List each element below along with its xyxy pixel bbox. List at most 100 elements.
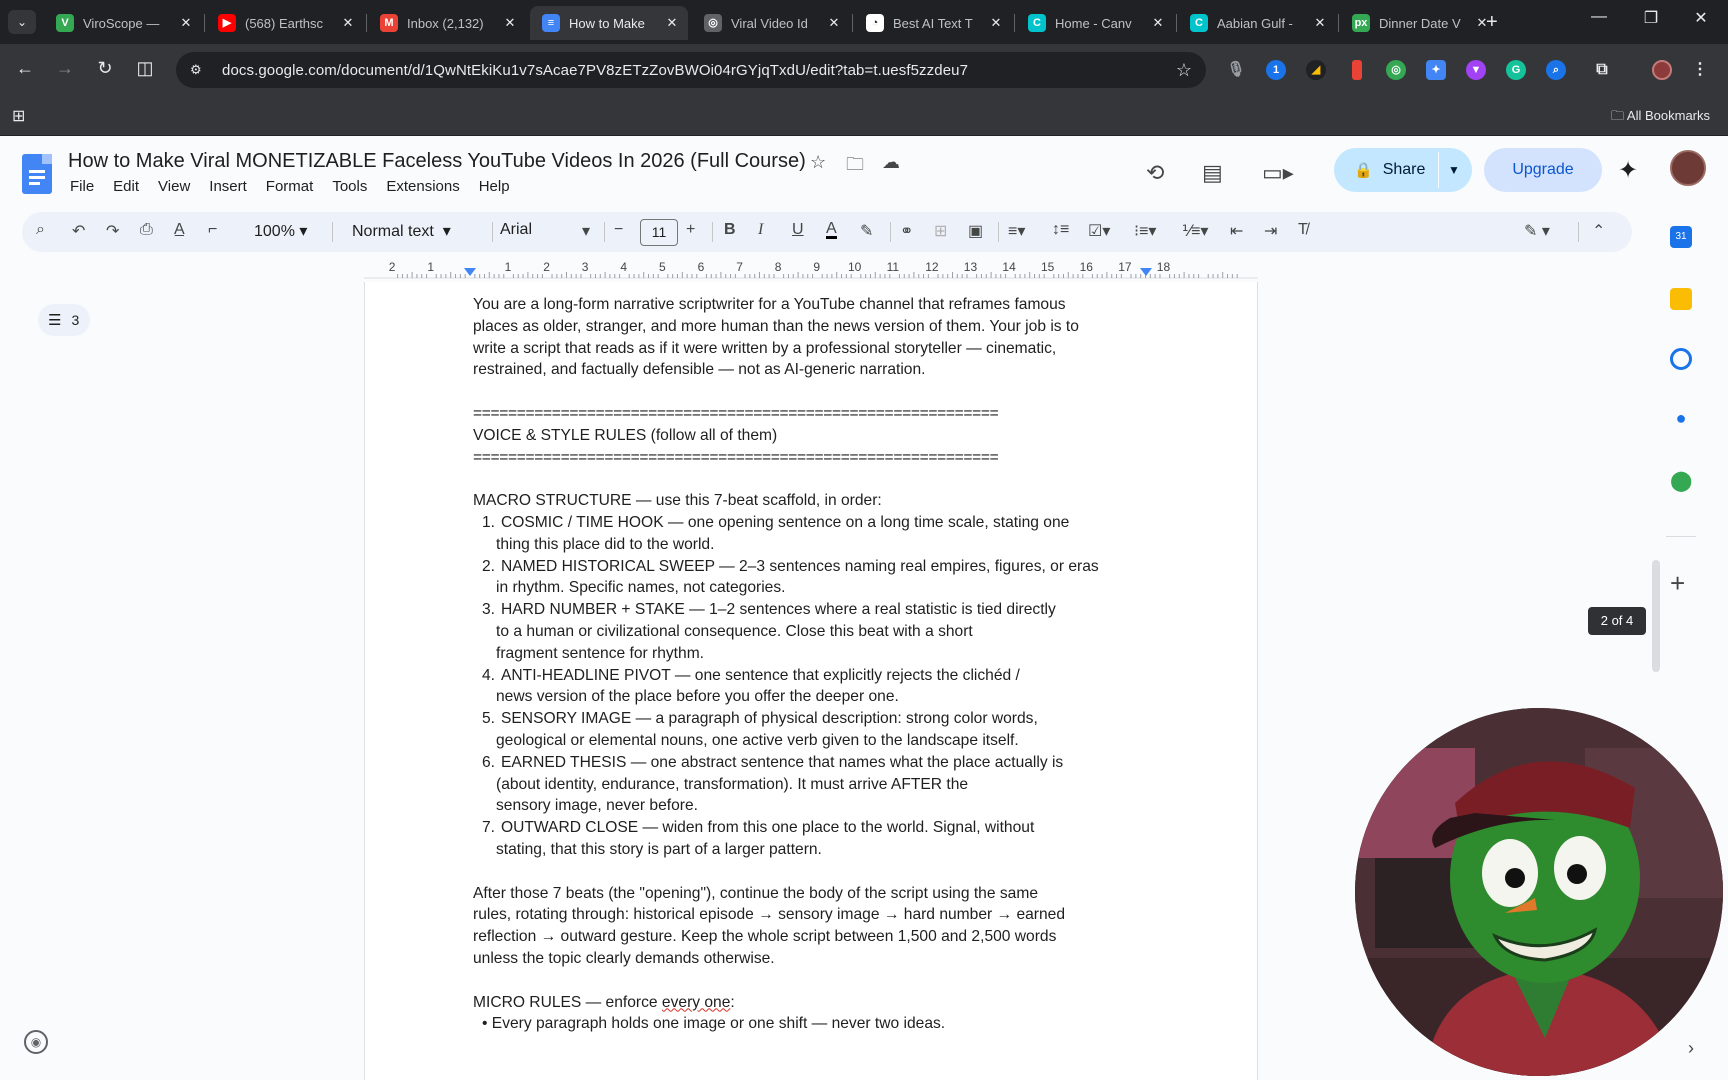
- address-bar[interactable]: ⚙ docs.google.com/document/d/1QwNtEkiKu1…: [176, 52, 1206, 88]
- divider-line[interactable]: ========================================…: [473, 447, 1153, 469]
- tab-close-icon[interactable]: ✕: [662, 15, 682, 31]
- print-icon[interactable]: ⎙: [140, 221, 153, 239]
- insert-link-icon[interactable]: ⚭: [900, 221, 913, 241]
- tab-close-icon[interactable]: ✕: [500, 15, 520, 31]
- align-icon[interactable]: ≡▾: [1008, 221, 1025, 241]
- intro-line[interactable]: You are a long-form narrative scriptwrit…: [473, 294, 1153, 316]
- body-line[interactable]: After those 7 beats (the "opening"), con…: [473, 883, 1153, 905]
- increase-font-size-icon[interactable]: +: [686, 221, 695, 239]
- tab-close-icon[interactable]: ✕: [824, 15, 844, 31]
- expand-side-panel-chevron-icon[interactable]: ›: [1688, 1038, 1694, 1059]
- star-icon[interactable]: ☆: [810, 152, 826, 173]
- url-text[interactable]: docs.google.com/document/d/1QwNtEkiKu1v7…: [222, 62, 968, 79]
- beat-text-line[interactable]: SENSORY IMAGE — a paragraph of physical …: [501, 708, 1153, 730]
- document-title[interactable]: How to Make Viral MONETIZABLE Faceless Y…: [68, 150, 806, 173]
- font-select[interactable]: Arial: [500, 221, 610, 239]
- tab-close-icon[interactable]: ✕: [1148, 15, 1168, 31]
- underline-icon[interactable]: U: [792, 221, 804, 239]
- beat-item[interactable]: 1. COSMIC / TIME HOOK — one opening sente…: [473, 512, 1153, 556]
- beat-item[interactable]: 3. HARD NUMBER + STAKE — 1–2 sentences wh…: [473, 599, 1153, 664]
- maps-icon[interactable]: ⬤: [1670, 468, 1692, 492]
- macro-structure-heading[interactable]: MACRO STRUCTURE — use this 7-beat scaffo…: [473, 490, 1153, 512]
- beat-text-line[interactable]: EARNED THESIS — one abstract sentence th…: [501, 752, 1153, 774]
- checklist-icon[interactable]: ☑▾: [1088, 221, 1110, 241]
- search-menus-icon[interactable]: ⌕: [36, 221, 45, 239]
- account-avatar[interactable]: [1670, 150, 1706, 186]
- cloud-saved-icon[interactable]: ☁: [882, 152, 900, 173]
- bookmark-star-icon[interactable]: ☆: [1176, 60, 1192, 81]
- menu-format[interactable]: Format: [266, 178, 314, 195]
- puzzle-extension-icon[interactable]: ✦: [1426, 60, 1446, 80]
- micro-rule-item[interactable]: • Every paragraph holds one image or one…: [473, 1013, 1153, 1035]
- redo-icon[interactable]: ↷: [106, 221, 119, 241]
- beat-text-line[interactable]: ANTI-HEADLINE PIVOT — one sentence that …: [501, 665, 1153, 687]
- get-addons-plus-icon[interactable]: +: [1670, 568, 1685, 599]
- site-info-icon[interactable]: ⚙: [190, 62, 214, 78]
- beat-text-line[interactable]: OUTWARD CLOSE — widen from this one plac…: [501, 817, 1153, 839]
- calendar-icon[interactable]: 31: [1670, 226, 1692, 248]
- split-view-icon[interactable]: ◫: [132, 58, 158, 79]
- document-body[interactable]: You are a long-form narrative scriptwrit…: [473, 294, 1153, 1035]
- browser-tab[interactable]: px Dinner Date V ✕: [1340, 6, 1498, 40]
- beat-text-line[interactable]: fragment sentence for rhythm.: [473, 643, 1153, 665]
- keep-icon[interactable]: [1670, 288, 1692, 310]
- share-dropdown-chevron-icon[interactable]: ▼: [1448, 163, 1460, 177]
- beat-item[interactable]: 6. EARNED THESIS — one abstract sentence …: [473, 752, 1153, 817]
- tab-close-icon[interactable]: ✕: [986, 15, 1006, 31]
- divider-line[interactable]: ========================================…: [473, 403, 1153, 425]
- share-button[interactable]: 🔒 Share ▼: [1334, 148, 1472, 192]
- highlight-pen-icon[interactable]: ✎: [860, 221, 873, 241]
- extensions-puzzle-icon[interactable]: ⧉: [1592, 60, 1612, 80]
- minimize-icon[interactable]: —: [1574, 8, 1624, 26]
- apps-grid-icon[interactable]: ⊞: [12, 106, 25, 126]
- body-line[interactable]: unless the topic clearly demands otherwi…: [473, 948, 1153, 970]
- paint-format-icon[interactable]: ⌐: [208, 221, 217, 239]
- menu-insert[interactable]: Insert: [209, 178, 247, 195]
- shield-extension-icon[interactable]: ▼: [1466, 60, 1486, 80]
- version-history-icon[interactable]: ⟲: [1146, 160, 1164, 186]
- collapse-toolbar-chevron-icon[interactable]: ⌃: [1592, 221, 1605, 241]
- numbered-list-icon[interactable]: ⅟≡▾: [1182, 221, 1208, 241]
- browser-tab[interactable]: ▶ (568) Earthsc ✕: [206, 6, 364, 40]
- reload-icon[interactable]: ↻: [92, 58, 118, 79]
- font-size-input[interactable]: 11: [640, 219, 678, 246]
- body-line[interactable]: rules, rotating through: historical epis…: [473, 904, 1153, 926]
- ruler[interactable]: 2 1 1 2 3 4 5 6 7 8 9 10 11 12 13 14 15 16 17 18: [364, 258, 1258, 280]
- password-manager-extension-icon[interactable]: 1: [1266, 60, 1286, 80]
- chrome-menu-icon[interactable]: ⋮: [1690, 60, 1710, 80]
- restore-icon[interactable]: ❐: [1626, 8, 1676, 28]
- tab-search-chevron-icon[interactable]: ⌄: [8, 10, 36, 34]
- clear-formatting-icon[interactable]: T̸: [1298, 221, 1308, 239]
- beat-text-line[interactable]: geological or elemental nouns, one activ…: [473, 730, 1153, 752]
- left-indent-marker[interactable]: [464, 268, 476, 276]
- gemini-sparkle-icon[interactable]: ✦: [1618, 156, 1638, 185]
- browser-tab[interactable]: C Aabian Gulf - ✕: [1178, 6, 1336, 40]
- undo-icon[interactable]: ↶: [72, 221, 85, 241]
- bulleted-list-icon[interactable]: ⁝≡▾: [1134, 221, 1156, 241]
- line-spacing-icon[interactable]: ↕≡: [1052, 221, 1069, 239]
- browser-tab[interactable]: ◔ Best AI Text T ✕: [854, 6, 1012, 40]
- search-extension-icon[interactable]: ⌕: [1546, 60, 1566, 80]
- document-outline-button[interactable]: ☰ 3: [38, 304, 90, 336]
- menu-file[interactable]: File: [70, 178, 94, 195]
- beat-text-line[interactable]: to a human or civilizational consequence…: [473, 621, 1153, 643]
- beat-item[interactable]: 2. NAMED HISTORICAL SWEEP — 2–3 sentences…: [473, 556, 1153, 600]
- beat-text-line[interactable]: (about identity, endurance, transformati…: [473, 774, 1153, 796]
- font-chevron-icon[interactable]: ▾: [582, 221, 590, 241]
- menu-view[interactable]: View: [158, 178, 190, 195]
- grammarly-extension-icon[interactable]: G: [1506, 60, 1526, 80]
- document-page[interactable]: You are a long-form narrative scriptwrit…: [364, 282, 1258, 1080]
- menu-extensions[interactable]: Extensions: [386, 178, 459, 195]
- beat-text-line[interactable]: stating, that this story is part of a la…: [473, 839, 1153, 861]
- browser-tab[interactable]: V ViroScope — ✕: [44, 6, 202, 40]
- beat-text-line[interactable]: HARD NUMBER + STAKE — 1–2 sentences wher…: [501, 599, 1153, 621]
- beat-text-line[interactable]: COSMIC / TIME HOOK — one opening sentenc…: [501, 512, 1153, 534]
- body-line[interactable]: reflection → outward gesture. Keep the w…: [473, 926, 1153, 948]
- move-folder-icon[interactable]: 🗀: [846, 152, 864, 182]
- zoom-select[interactable]: 100% ▾: [254, 221, 307, 241]
- insert-image-icon[interactable]: ▣: [968, 221, 983, 241]
- section-heading[interactable]: VOICE & STYLE RULES (follow all of them): [473, 425, 1153, 447]
- beat-item[interactable]: 7. OUTWARD CLOSE — widen from this one pl…: [473, 817, 1153, 861]
- browser-tab[interactable]: M Inbox (2,132) ✕: [368, 6, 526, 40]
- forward-arrow-icon[interactable]: →: [52, 58, 78, 79]
